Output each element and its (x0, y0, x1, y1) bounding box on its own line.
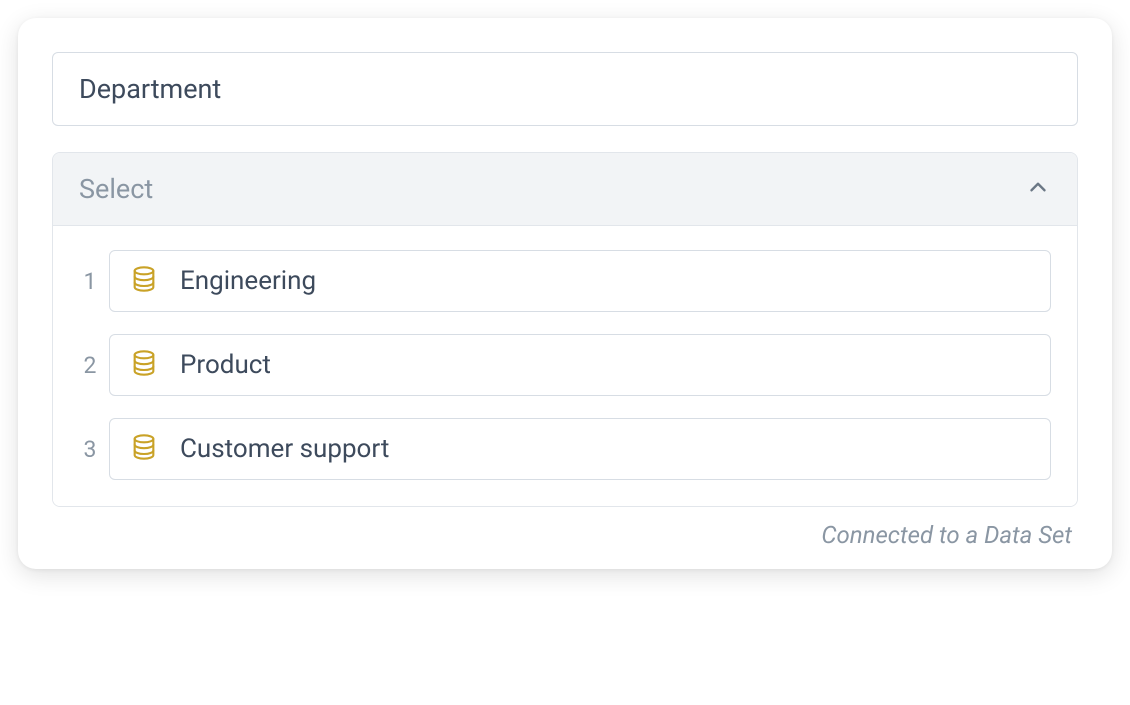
option-index: 3 (71, 436, 109, 463)
option-product[interactable]: Product (109, 334, 1051, 396)
option-row: 3 Customer support (71, 418, 1051, 480)
field-label-text: Department (79, 73, 221, 105)
department-field-label[interactable]: Department (52, 52, 1078, 126)
department-dropdown: Select 1 (52, 152, 1078, 507)
option-label: Customer support (180, 434, 389, 464)
dropdown-toggle[interactable]: Select (53, 153, 1077, 226)
database-icon (130, 265, 158, 297)
option-row: 1 Engineering (71, 250, 1051, 312)
dropdown-options-list: 1 Engineering 2 (53, 226, 1077, 506)
database-icon (130, 349, 158, 381)
option-index: 1 (71, 268, 109, 295)
dropdown-placeholder: Select (79, 173, 153, 205)
option-customer-support[interactable]: Customer support (109, 418, 1051, 480)
chevron-up-icon (1025, 174, 1051, 204)
option-index: 2 (71, 352, 109, 379)
option-label: Engineering (180, 266, 316, 296)
form-card: Department Select 1 (18, 18, 1112, 569)
database-icon (130, 433, 158, 465)
connected-dataset-note: Connected to a Data Set (52, 521, 1078, 549)
option-engineering[interactable]: Engineering (109, 250, 1051, 312)
option-label: Product (180, 350, 271, 380)
option-row: 2 Product (71, 334, 1051, 396)
